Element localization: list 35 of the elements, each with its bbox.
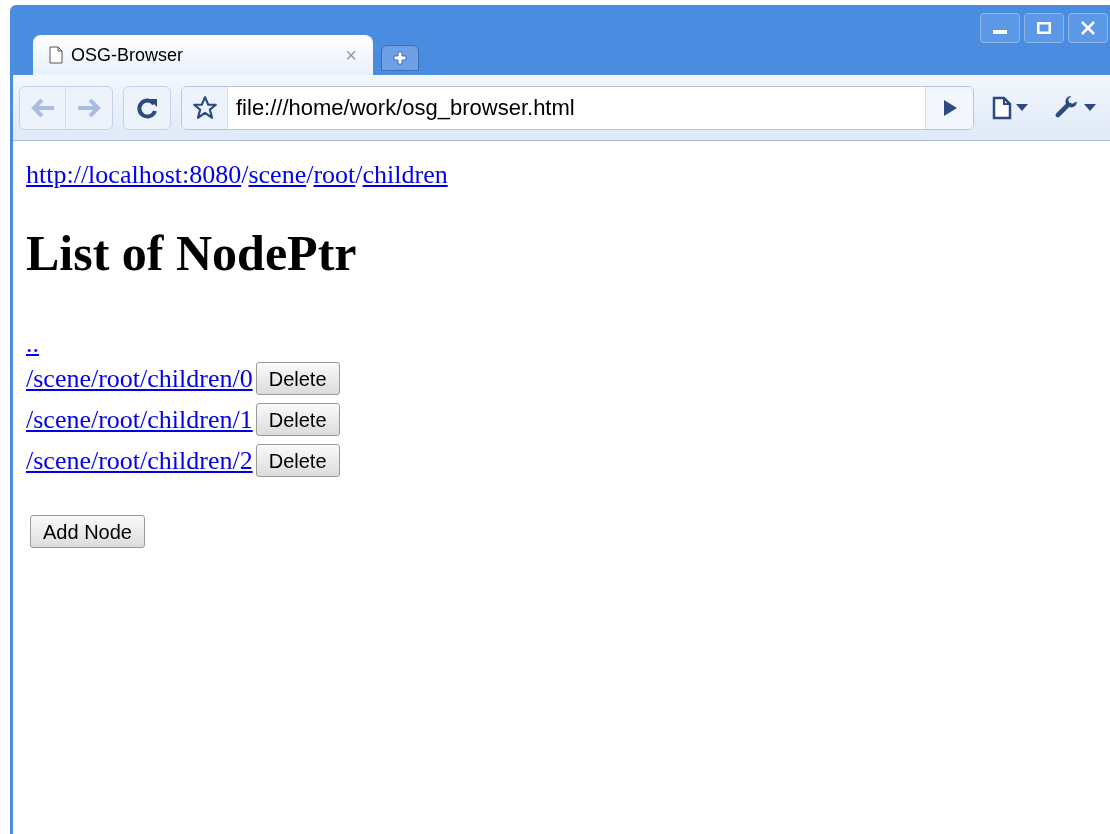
go-icon[interactable] [941, 98, 958, 117]
plus-icon [393, 51, 407, 65]
delete-button[interactable]: Delete [255, 362, 340, 395]
reload-button[interactable] [123, 85, 171, 130]
page-icon [992, 95, 1012, 120]
minimize-icon [993, 30, 1007, 34]
page-heading: List of NodePtr [26, 228, 358, 278]
minimize-button[interactable] [980, 13, 1020, 43]
url-text: file:///home/work/osg_browser.html [236, 94, 576, 122]
close-icon [1081, 21, 1095, 35]
breadcrumb-separator: / [355, 159, 363, 191]
dropdown-caret-icon [1016, 104, 1028, 111]
close-button[interactable] [1068, 13, 1108, 43]
page-icon [49, 46, 63, 64]
address-bar[interactable]: file:///home/work/osg_browser.html [181, 85, 974, 130]
breadcrumb-separator: / [306, 159, 314, 191]
star-icon[interactable] [191, 94, 218, 121]
new-tab-button[interactable] [381, 45, 419, 71]
dropdown-caret-icon [1084, 104, 1096, 111]
breadcrumb-separator: / [241, 159, 249, 191]
browser-tab[interactable]: OSG-Browser × [33, 35, 373, 75]
breadcrumb-link[interactable]: scene [248, 155, 307, 194]
maximize-button[interactable] [1024, 13, 1064, 43]
node-link[interactable]: /scene/root/children/2 [26, 441, 253, 480]
parent-link[interactable]: .. [26, 330, 39, 358]
breadcrumb-link[interactable]: root [313, 155, 356, 194]
node-link[interactable]: /scene/root/children/1 [26, 400, 253, 439]
breadcrumb-link[interactable]: children [362, 155, 448, 194]
tab-title: OSG-Browser [71, 43, 185, 67]
delete-button[interactable]: Delete [255, 444, 340, 477]
delete-button[interactable]: Delete [255, 403, 340, 436]
add-node-button[interactable]: Add Node [30, 515, 145, 548]
breadcrumb-link[interactable]: http://localhost:8080 [26, 155, 242, 194]
node-link[interactable]: /scene/root/children/0 [26, 359, 253, 398]
maximize-icon [1037, 22, 1051, 34]
